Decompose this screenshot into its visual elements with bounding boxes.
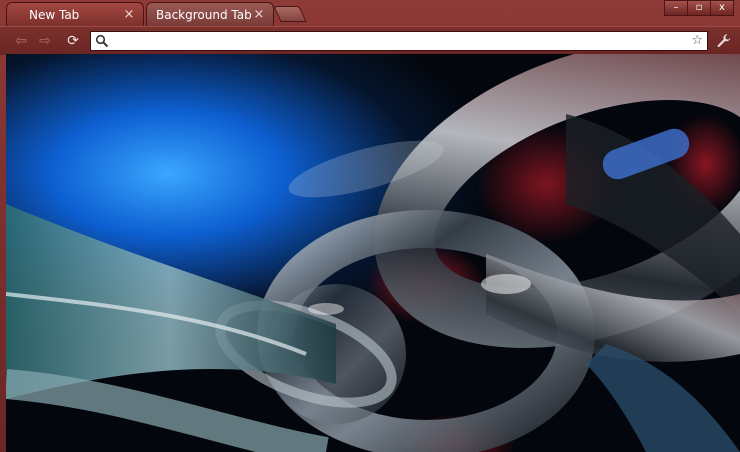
address-input[interactable] <box>113 33 687 51</box>
wrench-icon[interactable] <box>714 31 734 51</box>
reload-button[interactable]: ⟳ <box>64 33 82 49</box>
tab-close-icon[interactable]: × <box>253 7 265 22</box>
omnibox[interactable]: ☆ <box>90 31 708 51</box>
search-icon <box>95 34 109 48</box>
tab-new-tab[interactable]: New Tab × <box>6 2 144 26</box>
window-controls: – ▫ x <box>664 0 734 16</box>
abstract-glass-wallpaper <box>6 54 740 452</box>
tab-label: New Tab <box>29 7 80 22</box>
forward-button[interactable]: ⇨ <box>36 33 54 49</box>
page-background-image <box>6 54 740 452</box>
tab-strip: New Tab × Background Tab × – ▫ x <box>0 0 740 26</box>
tab-background-tab[interactable]: Background Tab × <box>146 2 274 26</box>
new-tab-button[interactable] <box>273 6 307 22</box>
tab-label: Background Tab <box>156 7 252 22</box>
minimize-button[interactable]: – <box>664 0 688 16</box>
tab-close-icon[interactable]: × <box>123 7 135 22</box>
browser-window: New Tab × Background Tab × – ▫ x ⇦ ⇨ ⟳ ☆ <box>0 0 740 452</box>
back-button[interactable]: ⇦ <box>12 33 30 49</box>
bookmark-star-icon[interactable]: ☆ <box>691 33 703 48</box>
close-window-button[interactable]: x <box>710 0 734 16</box>
maximize-button[interactable]: ▫ <box>687 0 711 16</box>
toolbar: ⇦ ⇨ ⟳ ☆ <box>0 26 740 55</box>
